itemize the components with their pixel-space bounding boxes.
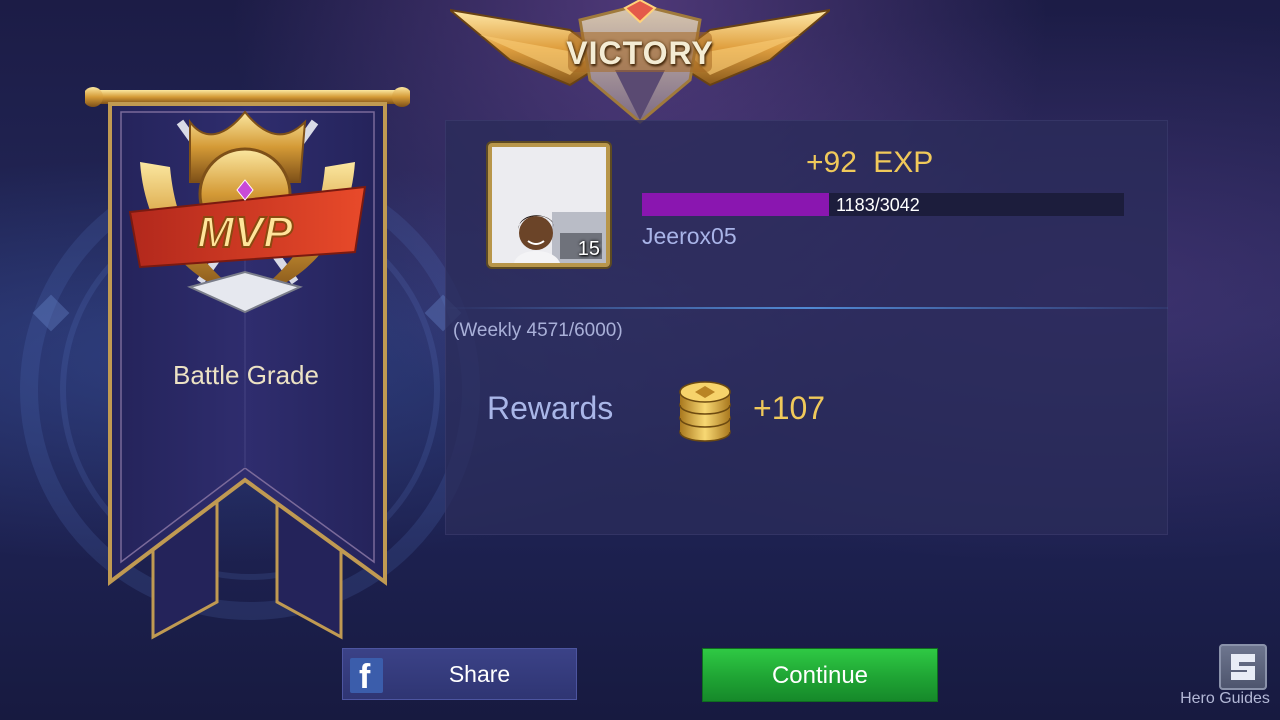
share-button-label: Share — [448, 661, 511, 687]
player-avatar[interactable]: 15 — [488, 143, 610, 267]
share-button[interactable]: f Share — [342, 648, 577, 700]
reward-amount: +107 — [753, 390, 826, 426]
exp-gain: +92 EXP — [806, 146, 934, 179]
player-level: 15 — [577, 238, 600, 260]
player-name: Jeerox05 — [642, 223, 737, 249]
victory-emblem: VICTORY — [446, 0, 834, 125]
weekly-exp: (Weekly 4571/6000) — [453, 320, 623, 341]
panel-divider — [445, 307, 1168, 309]
gold-coins-icon — [677, 378, 733, 444]
rewards-label: Rewards — [487, 390, 614, 426]
exp-progress-fill — [642, 193, 830, 216]
exp-progress-bar: 1183/3042 — [642, 193, 1124, 216]
exp-progress-text: 1183/3042 — [836, 195, 920, 215]
mvp-badge-text: MVP — [197, 208, 293, 257]
victory-title: VICTORY — [566, 35, 714, 71]
hero-guides-icon — [1219, 644, 1267, 690]
hero-guides-label: Hero Guides — [1180, 690, 1270, 707]
battle-grade-label: Battle Grade — [173, 360, 319, 390]
hero-guides-button[interactable]: Hero Guides — [1172, 644, 1278, 714]
continue-button-label: Continue — [771, 662, 869, 689]
continue-button[interactable]: Continue — [702, 648, 938, 702]
